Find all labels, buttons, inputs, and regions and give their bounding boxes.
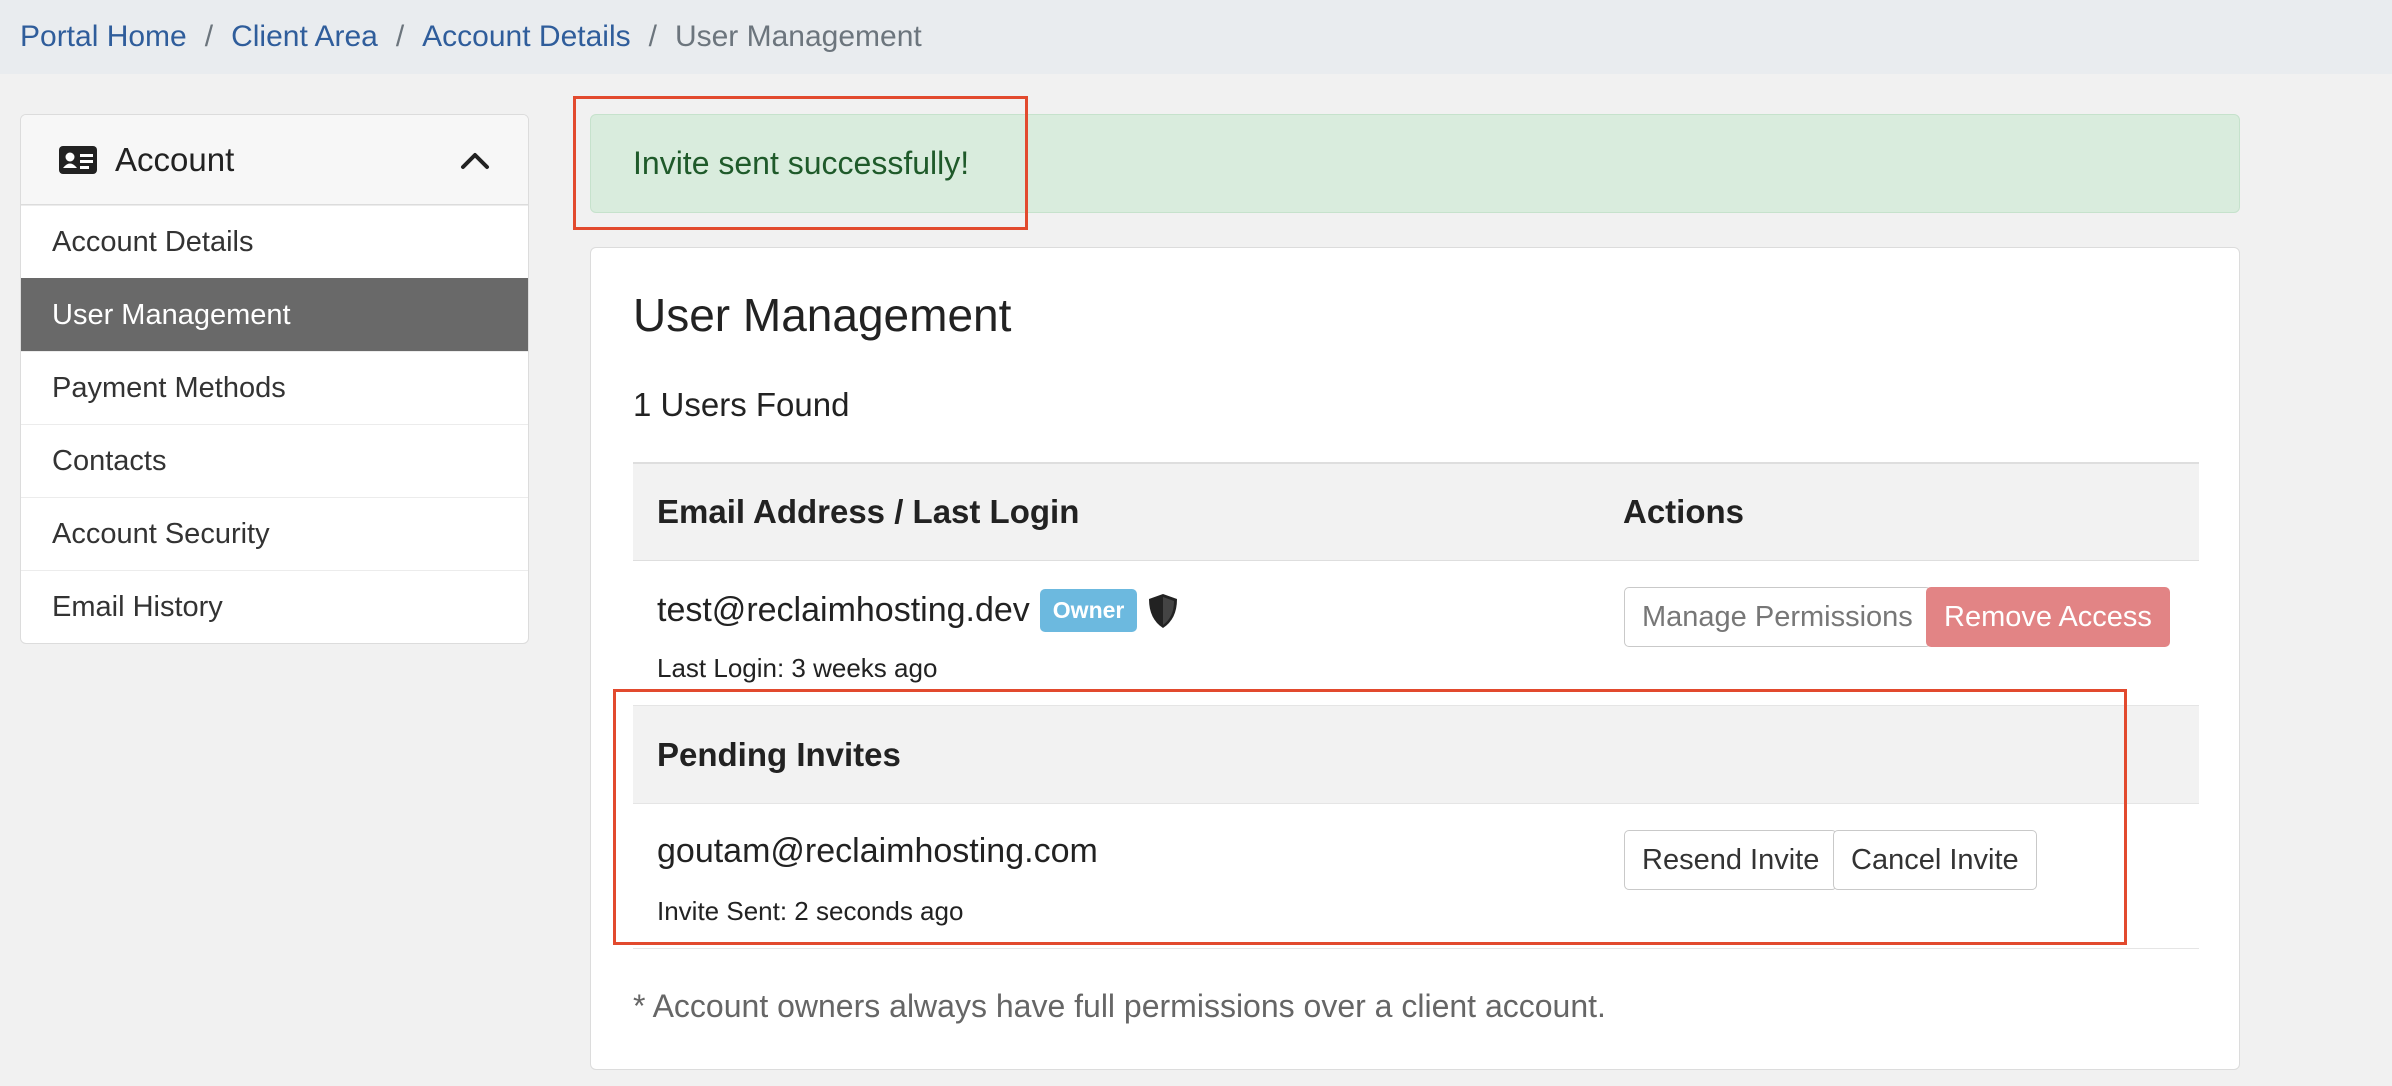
- user-management-card: User Management 1 Users Found Email Addr…: [590, 247, 2240, 1070]
- users-table: Email Address / Last Login Actions test@…: [633, 462, 2199, 949]
- column-header-actions: Actions: [1623, 493, 1745, 530]
- alert-message: Invite sent successfully!: [633, 145, 970, 181]
- sidebar-item-account-details[interactable]: Account Details: [21, 205, 528, 278]
- sidebar-item-account-security[interactable]: Account Security: [21, 497, 528, 570]
- invite-sent-time: Invite Sent: 2 seconds ago: [657, 896, 964, 926]
- owner-badge: Owner: [1039, 589, 1138, 632]
- table-row: goutam@reclaimhosting.com Invite Sent: 2…: [633, 804, 2199, 949]
- breadcrumb-account-details[interactable]: Account Details: [422, 20, 630, 54]
- user-email-cell: test@reclaimhosting.dev Owner: [657, 589, 1179, 632]
- invite-email-cell: goutam@reclaimhosting.com: [657, 832, 1098, 871]
- breadcrumb-client-area[interactable]: Client Area: [231, 20, 378, 54]
- pending-invites-header: Pending Invites: [633, 706, 2199, 804]
- invite-email: goutam@reclaimhosting.com: [657, 832, 1098, 870]
- column-header-email: Email Address / Last Login: [657, 493, 1080, 530]
- breadcrumb-portal-home[interactable]: Portal Home: [20, 20, 187, 54]
- breadcrumb-separator: /: [648, 20, 657, 53]
- breadcrumb: Portal Home / Client Area / Account Deta…: [0, 0, 2392, 74]
- sidebar-item-user-management[interactable]: User Management: [21, 278, 528, 351]
- chevron-up-icon[interactable]: [460, 150, 490, 170]
- users-found-count: 1 Users Found: [633, 386, 850, 423]
- sidebar-header[interactable]: Account: [21, 115, 528, 205]
- cancel-invite-button[interactable]: Cancel Invite: [1833, 830, 2037, 890]
- last-login: Last Login: 3 weeks ago: [657, 653, 938, 683]
- table-row: test@reclaimhosting.dev Owner Last Login…: [633, 561, 2199, 706]
- sidebar: Account Account Details User Management …: [20, 114, 529, 644]
- breadcrumb-current: User Management: [674, 20, 922, 53]
- sidebar-item-payment-methods[interactable]: Payment Methods: [21, 351, 528, 424]
- id-card-icon: [59, 145, 97, 174]
- owner-permissions-note: * Account owners always have full permis…: [633, 988, 1606, 1024]
- manage-permissions-button[interactable]: Manage Permissions: [1624, 587, 1931, 647]
- remove-access-button[interactable]: Remove Access: [1926, 587, 2170, 647]
- breadcrumb-separator: /: [204, 20, 214, 53]
- page: Portal Home / Client Area / Account Deta…: [0, 0, 2392, 1086]
- table-header: Email Address / Last Login Actions: [633, 462, 2199, 561]
- resend-invite-button[interactable]: Resend Invite: [1624, 830, 1838, 890]
- shield-icon: [1147, 593, 1179, 629]
- breadcrumb-separator: /: [395, 20, 405, 53]
- sidebar-item-contacts[interactable]: Contacts: [21, 424, 528, 497]
- pending-invites-title: Pending Invites: [657, 736, 901, 773]
- user-email: test@reclaimhosting.dev: [657, 591, 1030, 629]
- sidebar-header-title: Account: [115, 140, 235, 178]
- success-alert: Invite sent successfully!: [590, 114, 2240, 213]
- page-title: User Management: [633, 289, 1012, 341]
- sidebar-item-email-history[interactable]: Email History: [21, 570, 528, 643]
